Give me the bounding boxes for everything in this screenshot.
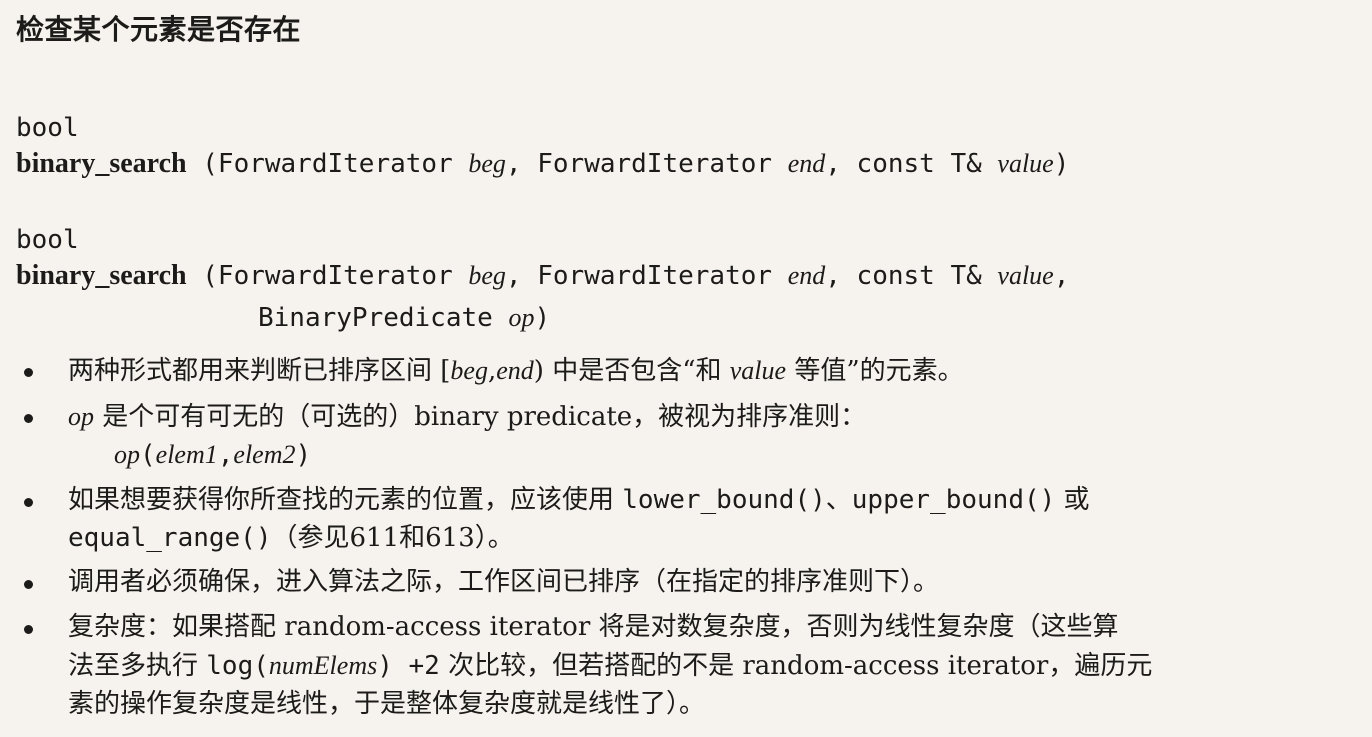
bullet-text: 等值”的元素。 xyxy=(786,356,964,386)
comma: , xyxy=(1053,261,1070,291)
code-text: ) +2 xyxy=(377,650,440,681)
italic-term: elem1 xyxy=(155,440,218,470)
param-name: value xyxy=(997,261,1054,290)
param-type: , ForwardIterator xyxy=(505,149,788,179)
return-type: bool xyxy=(16,113,79,143)
signature-2-continuation: BinaryPredicate op) xyxy=(258,302,550,335)
function-name: binary_search xyxy=(16,148,187,179)
bullet-line: 复杂度：如果搭配 random-access iterator 将是对数复杂度，… xyxy=(68,612,1119,643)
bullet-text: （参见611和613）。 xyxy=(271,522,514,553)
signature-2: binary_search (ForwardIterator beg, Forw… xyxy=(16,258,1069,293)
bullet-line: equal_range()（参见611和613）。 xyxy=(68,520,1336,558)
bullet-text: 次比较，但若搭配的不是 random-access iterator，遍历元 xyxy=(439,650,1153,681)
code-text: , xyxy=(217,440,234,471)
code-text: equal_range() xyxy=(68,522,272,553)
bullet-text: 、 xyxy=(825,485,852,516)
bullet-text: , xyxy=(487,356,497,386)
param-type: , const T& xyxy=(825,261,998,291)
italic-term: numElems xyxy=(268,650,378,680)
section-title: 检查某个元素是否存在 xyxy=(16,13,302,46)
signature-2-return-type: bool xyxy=(16,224,79,257)
italic-term: value xyxy=(729,356,787,385)
italic-term: beg xyxy=(450,356,488,385)
bullet-text: ) 中是否包含“和 xyxy=(533,356,730,386)
bullet-item-1: 两种形式都用来判断已排序区间 [beg,end) 中是否包含“和 value 等… xyxy=(0,352,1372,391)
function-name: binary_search xyxy=(16,260,187,291)
param-type: BinaryPredicate xyxy=(258,303,509,333)
code-text: ( xyxy=(140,440,156,471)
code-text: log( xyxy=(206,650,269,681)
close-paren: ) xyxy=(534,303,551,333)
bullet-text: 或 xyxy=(1055,485,1090,516)
signature-1-return-type: bool xyxy=(16,112,79,145)
bullet-list: 两种形式都用来判断已排序区间 [beg,end) 中是否包含“和 value 等… xyxy=(0,352,1372,730)
bullet-item-4: 调用者必须确保，进入算法之际，工作区间已排序（在指定的排序准则下）。 xyxy=(0,564,1372,602)
bullet-item-5: 复杂度：如果搭配 random-access iterator 将是对数复杂度，… xyxy=(0,609,1372,723)
code-text: lower_bound() xyxy=(622,485,826,516)
bullet-line: 素的操作复杂度是线性，于是整体复杂度就是线性了）。 xyxy=(68,688,706,719)
param-type: (ForwardIterator xyxy=(186,149,469,179)
bullet-text: 调用者必须确保，进入算法之际，工作区间已排序（在指定的排序准则下）。 xyxy=(68,567,940,598)
italic-term: elem2 xyxy=(233,440,296,470)
italic-term: end xyxy=(496,356,534,385)
bullet-text: 法至多执行 xyxy=(68,650,207,681)
param-name: end xyxy=(787,149,826,178)
close-paren: ) xyxy=(1053,149,1070,179)
bullet-subline: op(elem1,elem2) xyxy=(68,436,1336,475)
bullet-text: 是个可有可无的（可选的）binary predicate，被视为排序准则： xyxy=(94,401,867,432)
param-name: end xyxy=(787,261,826,290)
italic-term: op xyxy=(68,401,94,431)
bullet-text: 两种形式都用来判断已排序区间 [ xyxy=(68,356,451,386)
bullet-line: 法至多执行 log(numElems) +2 次比较，但若搭配的不是 rando… xyxy=(68,647,1336,686)
param-type: , ForwardIterator xyxy=(505,261,788,291)
param-type: (ForwardIterator xyxy=(186,261,469,291)
param-name: beg xyxy=(468,149,506,178)
code-text: upper_bound() xyxy=(851,485,1056,516)
param-name: value xyxy=(997,149,1054,178)
param-name: beg xyxy=(468,261,506,290)
bullet-item-3: 如果想要获得你所查找的元素的位置，应该使用 lower_bound()、uppe… xyxy=(0,482,1372,557)
bullet-item-2: op 是个可有可无的（可选的）binary predicate，被视为排序准则：… xyxy=(0,398,1372,475)
bullet-text: 如果想要获得你所查找的元素的位置，应该使用 xyxy=(68,485,623,516)
signature-1: binary_search (ForwardIterator beg, Forw… xyxy=(16,146,1069,181)
return-type: bool xyxy=(16,225,79,255)
param-type: , const T& xyxy=(825,149,998,179)
italic-term: op xyxy=(114,440,140,470)
document-page: 检查某个元素是否存在 bool binary_search (ForwardIt… xyxy=(0,0,1372,737)
param-name: op xyxy=(508,303,535,332)
code-text: ) xyxy=(295,440,312,471)
